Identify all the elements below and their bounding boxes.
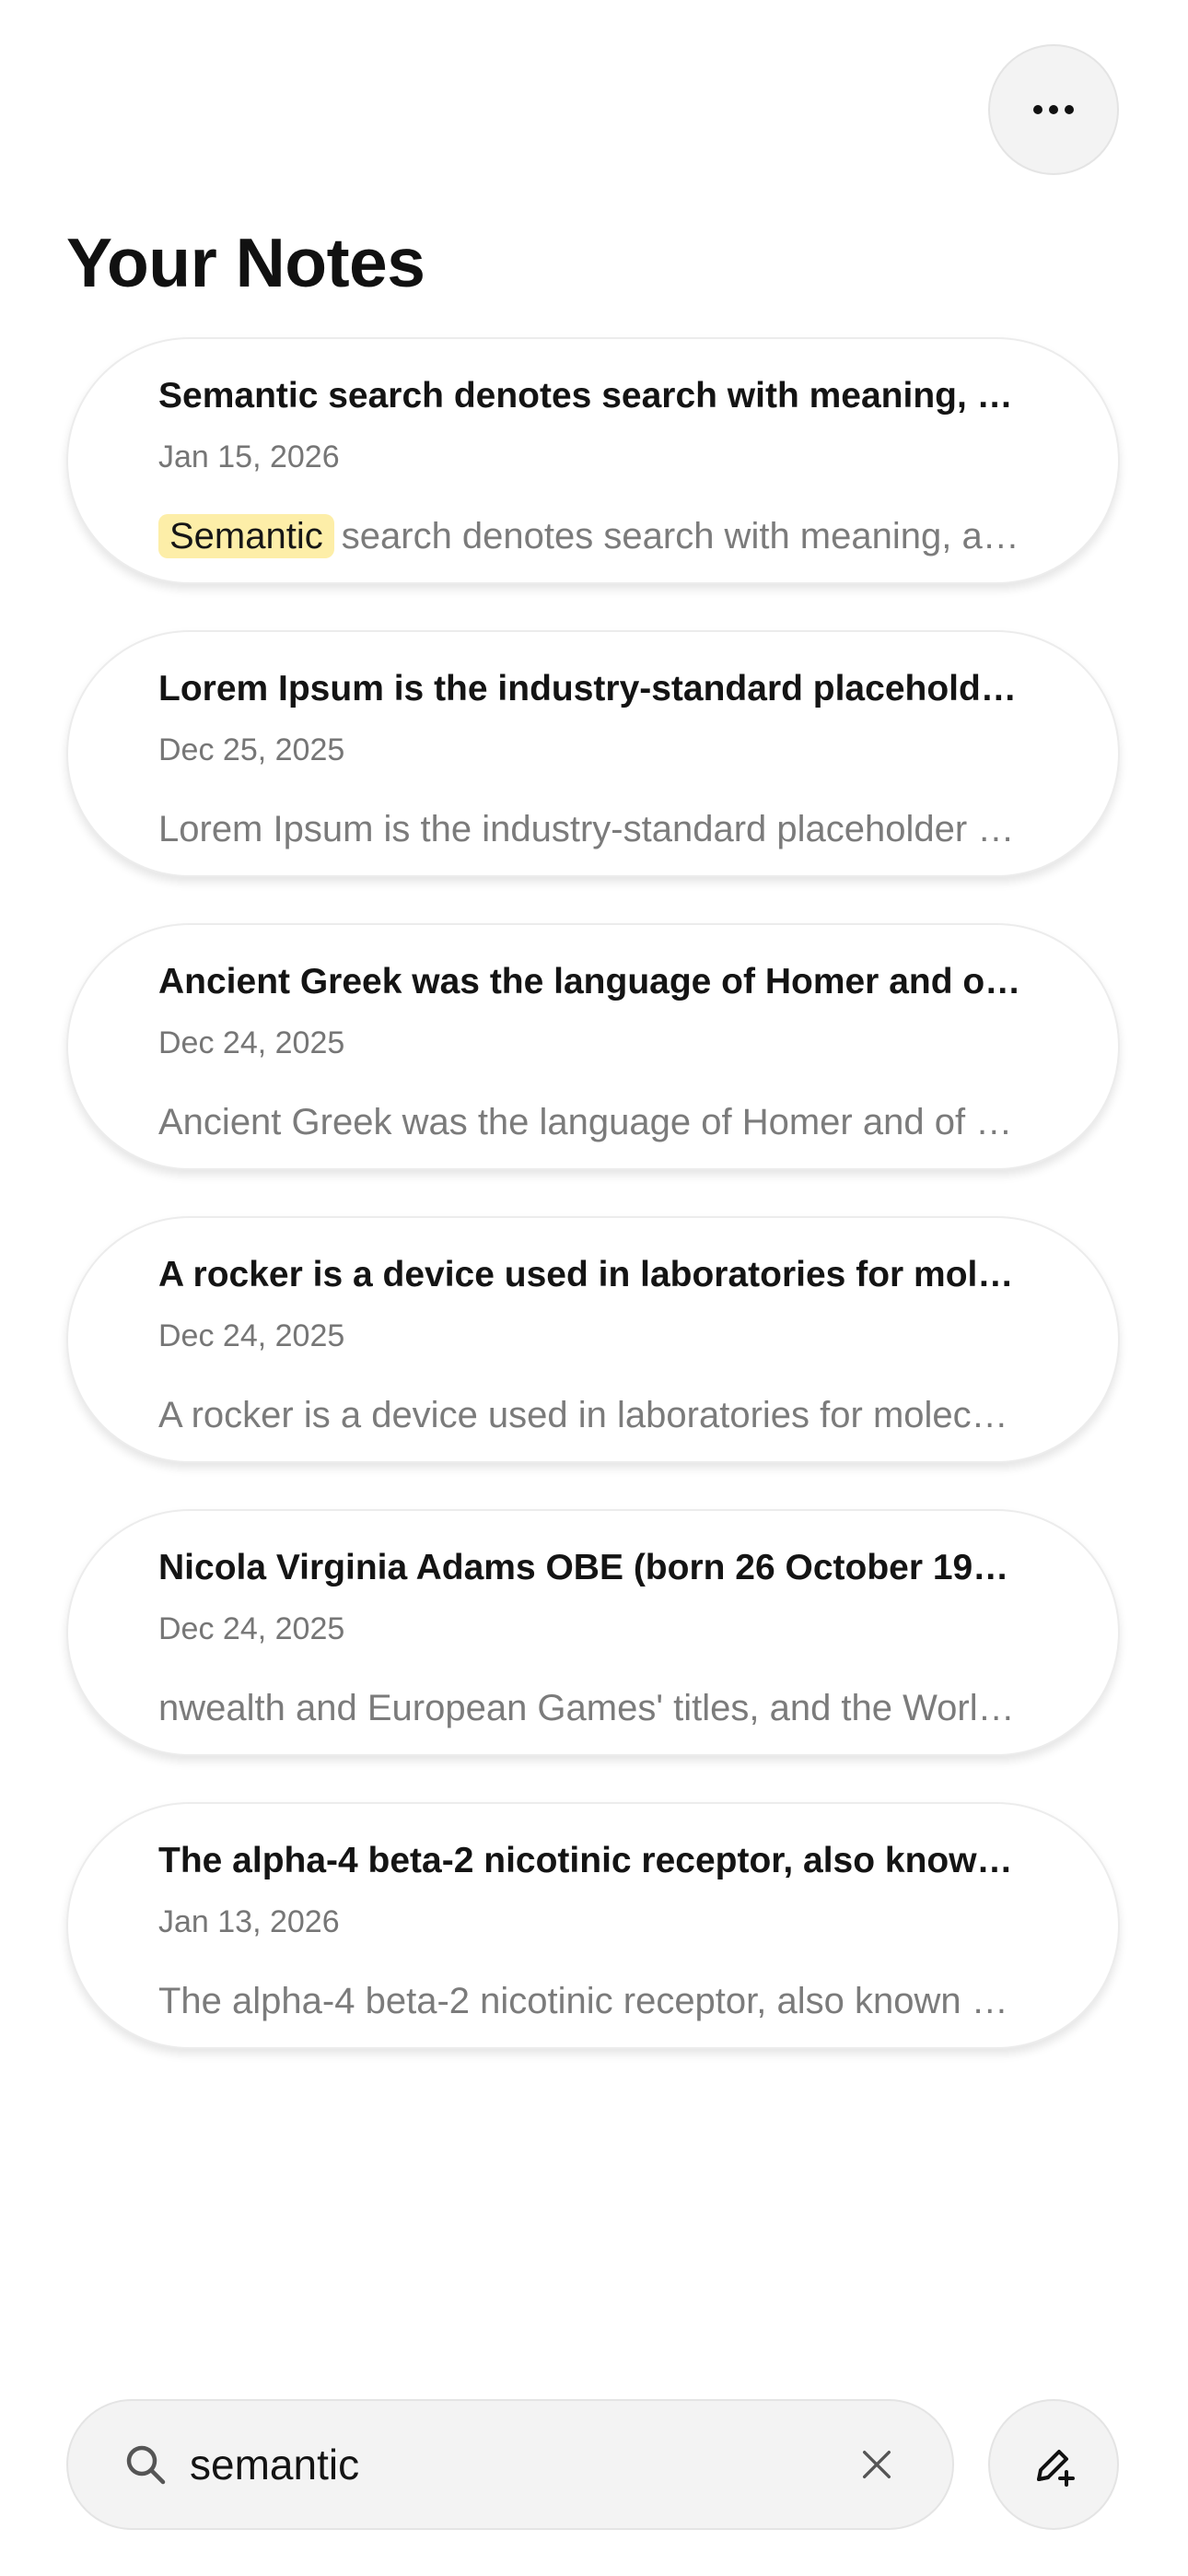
note-date: Jan 15, 2026 — [158, 439, 340, 474]
ellipsis-icon — [1033, 105, 1074, 114]
clear-search-button[interactable] — [855, 2442, 899, 2487]
note-snippet: A rocker is a device used in laboratorie… — [158, 1395, 1022, 1435]
notes-list: Semantic search denotes search with mean… — [66, 337, 1120, 2049]
note-card[interactable]: Ancient Greek was the language of Homer … — [66, 923, 1120, 1170]
close-icon — [863, 2451, 891, 2478]
note-date: Dec 24, 2025 — [158, 1025, 345, 1060]
note-card[interactable]: Nicola Virginia Adams OBE (born 26 Octob… — [66, 1509, 1120, 1756]
edit-plus-icon — [1037, 2450, 1075, 2487]
note-title: Semantic search denotes search with mean… — [158, 376, 1022, 416]
page-title: Your Notes — [66, 224, 425, 301]
note-title: Lorem Ipsum is the industry-standard pla… — [158, 669, 1022, 708]
note-title: Ancient Greek was the language of Homer … — [158, 962, 1022, 1001]
note-snippet-text: search denotes search with meaning, as d… — [341, 516, 1022, 556]
more-options-button[interactable] — [988, 44, 1119, 175]
note-date: Dec 24, 2025 — [158, 1611, 345, 1646]
note-snippet: Ancient Greek was the language of Homer … — [158, 1102, 1022, 1142]
note-snippet: Semantic search denotes search with meani… — [158, 510, 1022, 562]
note-title: The alpha-4 beta-2 nicotinic receptor, a… — [158, 1841, 1022, 1880]
note-date: Dec 24, 2025 — [158, 1318, 345, 1353]
new-note-button[interactable] — [988, 2399, 1119, 2530]
note-date: Jan 13, 2026 — [158, 1904, 340, 1939]
note-title: Nicola Virginia Adams OBE (born 26 Octob… — [158, 1548, 1022, 1587]
note-card[interactable]: The alpha-4 beta-2 nicotinic receptor, a… — [66, 1802, 1120, 2049]
note-snippet: The alpha-4 beta-2 nicotinic receptor, a… — [158, 1981, 1022, 2021]
note-card[interactable]: Semantic search denotes search with mean… — [66, 337, 1120, 584]
note-card[interactable]: Lorem Ipsum is the industry-standard pla… — [66, 630, 1120, 877]
search-input[interactable] — [190, 2428, 855, 2501]
note-snippet: nwealth and European Games' titles, and … — [158, 1688, 1022, 1728]
note-card[interactable]: A rocker is a device used in laboratorie… — [66, 1216, 1120, 1463]
search-highlight: Semantic — [158, 514, 334, 558]
note-title: A rocker is a device used in laboratorie… — [158, 1255, 1022, 1294]
note-date: Dec 25, 2025 — [158, 732, 345, 767]
search-icon — [126, 2445, 166, 2485]
note-snippet: Lorem Ipsum is the industry-standard pla… — [158, 809, 1022, 849]
search-bar — [66, 2399, 954, 2530]
